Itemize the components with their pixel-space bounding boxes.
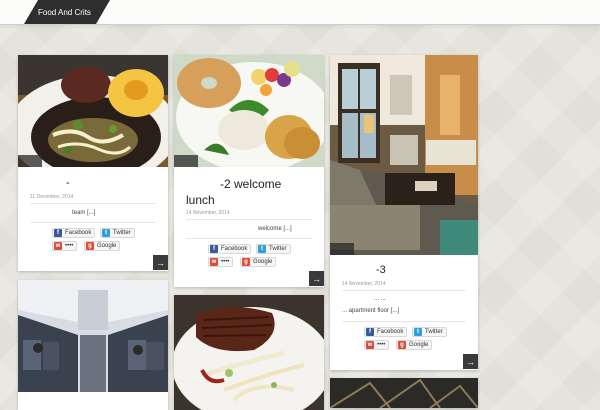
post-card-3: -3 14 November, 2014 ... ... ... apartme… [330, 55, 478, 370]
post-image-airplane[interactable] [18, 280, 168, 392]
share-label: Google [253, 259, 273, 265]
post-excerpt-line2: ... apartment floor [...] [342, 308, 400, 314]
share-twitter-button[interactable]: t Twitter [256, 244, 291, 254]
share-label: •••• [221, 259, 230, 265]
twitter-icon: t [102, 229, 110, 237]
share-twitter-button[interactable]: t Twitter [412, 327, 447, 337]
post-card-5 [174, 295, 324, 410]
post-title[interactable]: -2 welcome [220, 177, 281, 191]
share-label: Twitter [425, 329, 443, 335]
share-label: •••• [65, 243, 74, 249]
google-plus-icon: g [242, 258, 250, 266]
google-plus-icon: g [86, 242, 94, 250]
share-label: Facebook [221, 246, 248, 252]
image-caption-tab [330, 243, 354, 255]
read-more-arrow-icon[interactable]: → [309, 271, 324, 286]
share-google-button[interactable]: g Google [84, 241, 121, 251]
post-card-2: -2 welcome lunch 14 November, 2014 welco… [174, 55, 324, 287]
post-title[interactable]: - [66, 177, 70, 189]
google-plus-icon: g [398, 341, 406, 349]
post-image-breakfast[interactable] [18, 55, 168, 167]
post-image-dark[interactable] [330, 378, 478, 408]
divider [186, 219, 312, 220]
post-image-steak[interactable] [174, 295, 324, 410]
share-weibo-button[interactable]: w •••• [364, 340, 390, 350]
divider [186, 238, 312, 239]
post-card-6 [330, 378, 478, 408]
top-bar: Food And Crits [0, 0, 600, 25]
post-excerpt: team [...] [72, 210, 96, 216]
site-title[interactable]: Food And Crits [24, 0, 110, 24]
share-facebook-button[interactable]: f Facebook [52, 228, 96, 238]
post-card-1: - 11 December, 2014 team [...] f Facebook… [18, 55, 168, 271]
post-image-apartment[interactable] [330, 55, 478, 255]
image-caption-tab [18, 155, 42, 167]
share-label: Google [409, 342, 429, 348]
share-facebook-button[interactable]: f Facebook [364, 327, 408, 337]
post-title[interactable]: -3 [376, 264, 386, 276]
share-facebook-button[interactable]: f Facebook [208, 244, 252, 254]
post-card-4 [18, 280, 168, 410]
share-label: Google [97, 243, 117, 249]
post-excerpt-line1: ... ... [374, 296, 386, 302]
divider [342, 321, 466, 322]
read-more-arrow-icon[interactable]: → [463, 354, 478, 369]
share-label: Facebook [65, 230, 92, 236]
share-weibo-button[interactable]: w •••• [208, 257, 234, 267]
share-label: Twitter [113, 230, 131, 236]
weibo-icon: w [54, 242, 62, 250]
weibo-icon: w [210, 258, 218, 266]
divider [342, 290, 466, 291]
post-title-line2[interactable]: lunch [186, 193, 215, 207]
facebook-icon: f [210, 245, 218, 253]
share-label: Facebook [377, 329, 404, 335]
share-weibo-button[interactable]: w •••• [52, 241, 78, 251]
divider [30, 203, 156, 204]
share-google-button[interactable]: g Google [396, 340, 433, 350]
divider [30, 222, 156, 223]
post-image-lunch-plate[interactable] [174, 55, 324, 167]
share-google-button[interactable]: g Google [240, 257, 277, 267]
twitter-icon: t [414, 328, 422, 336]
read-more-arrow-icon[interactable]: → [153, 255, 168, 270]
share-twitter-button[interactable]: t Twitter [100, 228, 135, 238]
post-date: 14 November, 2014 [342, 281, 386, 287]
post-date: 11 December, 2014 [30, 194, 74, 200]
facebook-icon: f [366, 328, 374, 336]
weibo-icon: w [366, 341, 374, 349]
post-date: 14 November, 2014 [186, 210, 230, 216]
share-label: •••• [377, 342, 386, 348]
image-caption-tab [174, 155, 198, 167]
post-excerpt: welcome [...] [258, 226, 292, 232]
twitter-icon: t [258, 245, 266, 253]
share-label: Twitter [269, 246, 287, 252]
facebook-icon: f [54, 229, 62, 237]
